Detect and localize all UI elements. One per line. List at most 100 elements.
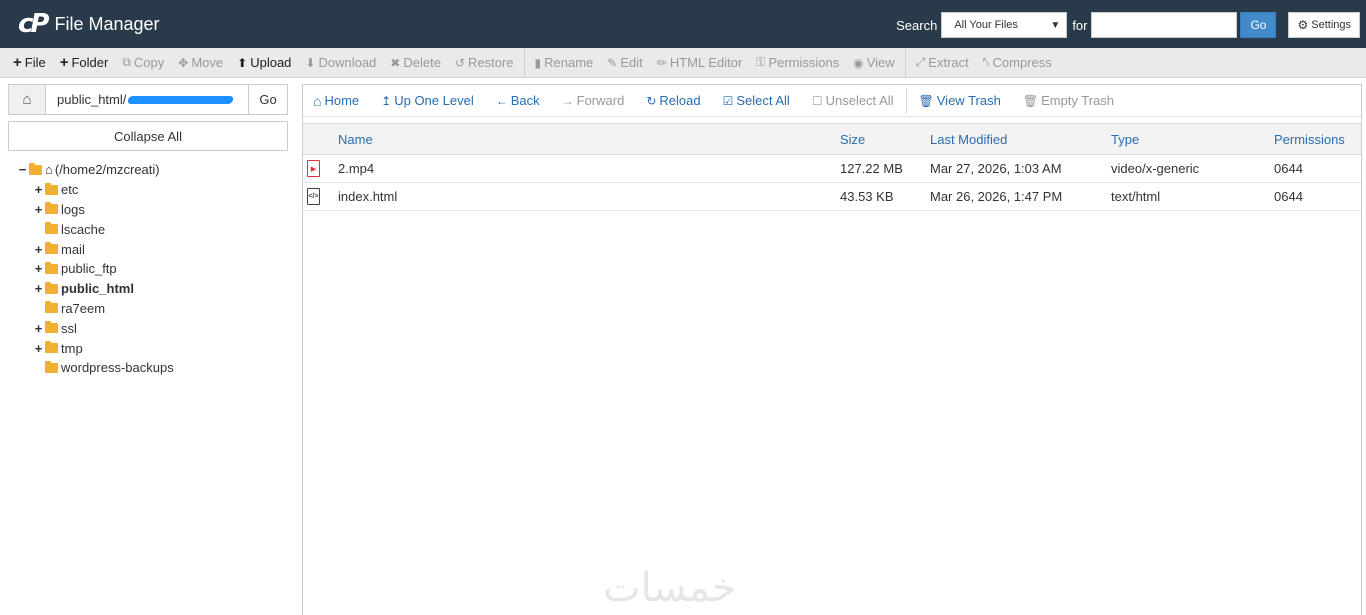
checkbox-checked-icon: ☑ <box>722 93 734 108</box>
for-label: for <box>1072 17 1088 33</box>
extract-button[interactable]: ⤢ Extract <box>916 55 969 70</box>
column-header-size[interactable]: Size <box>840 132 865 147</box>
tree-item-label: mail <box>61 241 85 257</box>
tree-item-etc[interactable]: + etc <box>17 180 288 200</box>
expand-toggle-icon[interactable]: + <box>33 261 44 276</box>
directory-tree-panel: ⌂ public_html/ Go Collapse All − ⌂ (/hom… <box>8 84 288 378</box>
toolbar-label: Folder <box>71 55 109 70</box>
folder-icon <box>45 281 58 294</box>
tree-item-wordpress-backups[interactable]: wordpress-backups <box>17 358 288 378</box>
view-trash-button[interactable]: 🗑 View Trash <box>919 93 1001 108</box>
file-name: 2.mp4 <box>338 161 375 176</box>
toolbar-label: Move <box>191 55 224 70</box>
expand-toggle-icon[interactable]: + <box>33 182 44 197</box>
main-toolbar: + File + Folder ⧉ Copy ✥ Move ⬆ Upload ⬇ Downl… <box>0 47 1366 78</box>
expand-toggle-icon[interactable]: + <box>33 202 44 217</box>
file-nav-bar: ⌂ Home ↥ Up One Level ← Back → Forward ↻ Relo… <box>303 85 1361 117</box>
html-editor-button[interactable]: ✏ HTML Editor <box>657 55 743 70</box>
search-label: Search <box>896 17 938 33</box>
forward-button[interactable]: → Forward <box>562 93 625 108</box>
path-input[interactable]: public_html/ <box>46 85 248 114</box>
tree-item-tmp[interactable]: + tmp <box>17 338 288 358</box>
delete-button[interactable]: ✖ Delete <box>390 55 441 70</box>
file-table-body: ▶ 2.mp4 127.22 MB Mar 27, 2026, 1:03 AM … <box>303 155 1361 211</box>
nav-label: Back <box>510 93 540 108</box>
folder-tree: − ⌂ (/home2/mzcreati) + etc + logs lscache… <box>17 160 288 378</box>
toolbar-label: Edit <box>620 55 643 70</box>
nav-label: Forward <box>576 93 625 108</box>
key-icon: ⚿ <box>756 55 766 69</box>
view-button[interactable]: ◉ View <box>853 55 894 70</box>
file-name: index.html <box>338 189 398 204</box>
nav-label: View Trash <box>936 93 1001 108</box>
toolbar-label: File <box>24 55 46 70</box>
search-scope-select[interactable]: All Your Files ▼ <box>941 12 1068 38</box>
tree-item-public-html[interactable]: + public_html <box>17 279 288 299</box>
unselect-all-button[interactable]: ☐ Unselect All <box>812 93 894 108</box>
column-header-name[interactable]: Name <box>338 132 373 147</box>
toolbar-label: Rename <box>544 55 594 70</box>
back-button[interactable]: ← Back <box>496 93 540 108</box>
column-header-type[interactable]: Type <box>1111 132 1139 147</box>
home-button[interactable]: ⌂ Home <box>313 93 359 109</box>
file-permissions: 0644 <box>1274 161 1303 176</box>
search-go-button[interactable]: Go <box>1240 12 1277 38</box>
tree-item-public-ftp[interactable]: + public_ftp <box>17 259 288 279</box>
table-row[interactable]: ▶ 2.mp4 127.22 MB Mar 27, 2026, 1:03 AM … <box>303 155 1361 183</box>
tree-item-label: etc <box>61 182 79 198</box>
toolbar-label: Upload <box>250 55 292 70</box>
edit-button[interactable]: ✎ Edit <box>607 55 642 70</box>
tree-item-logs[interactable]: + logs <box>17 200 288 220</box>
empty-trash-button[interactable]: 🗑 Empty Trash <box>1023 93 1114 108</box>
folder-icon <box>45 242 58 255</box>
tree-item-ssl[interactable]: + ssl <box>17 318 288 338</box>
table-row[interactable]: </> index.html 43.53 KB Mar 26, 2026, 1:… <box>303 183 1361 211</box>
path-value: public_html/ <box>57 92 127 107</box>
restore-icon: ↺ <box>454 55 465 70</box>
tree-item-label: lscache <box>61 221 106 237</box>
search-input[interactable] <box>1091 12 1238 38</box>
column-header-last-modified[interactable]: Last Modified <box>930 132 1007 147</box>
cpanel-logo[interactable]: cP File Manager <box>18 9 160 39</box>
rename-icon: ▮ <box>534 55 542 70</box>
top-header: cP File Manager Search All Your Files ▼ … <box>0 0 1366 48</box>
compress-button[interactable]: ⤣ Compress <box>983 55 1052 70</box>
tree-root[interactable]: − ⌂ (/home2/mzcreati) <box>17 160 288 180</box>
toolbar-label: Delete <box>403 55 441 70</box>
tree-item-mail[interactable]: + mail <box>17 239 288 259</box>
column-header-permissions[interactable]: Permissions <box>1274 132 1345 147</box>
home-icon: ⌂ <box>313 92 322 109</box>
expand-toggle-icon[interactable]: + <box>33 341 44 356</box>
trash-icon: 🗑 <box>1022 93 1039 108</box>
expand-toggle-icon[interactable]: + <box>33 242 44 257</box>
reload-icon: ↻ <box>646 93 657 108</box>
upload-button[interactable]: ⬆ Upload <box>237 55 291 70</box>
tree-item-lscache[interactable]: lscache <box>17 219 288 239</box>
collapse-toggle-icon[interactable]: − <box>17 162 28 177</box>
tree-item-label: logs <box>61 201 85 217</box>
html-editor-icon: ✏ <box>656 55 667 70</box>
path-home-button[interactable]: ⌂ <box>9 85 46 114</box>
toolbar-label: HTML Editor <box>669 55 743 70</box>
settings-button[interactable]: ⚙ Settings <box>1288 12 1360 38</box>
rename-button[interactable]: ▮ Rename <box>535 55 594 70</box>
toolbar-divider <box>523 47 525 78</box>
select-all-button[interactable]: ☑ Select All <box>723 93 790 108</box>
new-folder-button[interactable]: + Folder <box>60 54 109 71</box>
home-icon: ⌂ <box>45 162 53 178</box>
path-go-button[interactable]: Go <box>248 85 287 114</box>
permissions-button[interactable]: ⚿ Permissions <box>756 55 839 70</box>
expand-toggle-icon[interactable]: + <box>33 321 44 336</box>
expand-toggle-icon[interactable]: + <box>33 281 44 296</box>
cpanel-logo-mark: cP <box>18 9 50 39</box>
reload-button[interactable]: ↻ Reload <box>646 93 700 108</box>
copy-button[interactable]: ⧉ Copy <box>122 55 164 70</box>
download-button[interactable]: ⬇ Download <box>305 55 376 70</box>
move-button[interactable]: ✥ Move <box>178 55 223 70</box>
collapse-all-button[interactable]: Collapse All <box>8 121 288 151</box>
restore-button[interactable]: ↺ Restore <box>455 55 514 70</box>
new-file-button[interactable]: + File <box>13 54 46 71</box>
up-one-level-button[interactable]: ↥ Up One Level <box>381 93 474 108</box>
plus-icon: + <box>13 54 22 71</box>
tree-item-ra7eem[interactable]: ra7eem <box>17 299 288 319</box>
